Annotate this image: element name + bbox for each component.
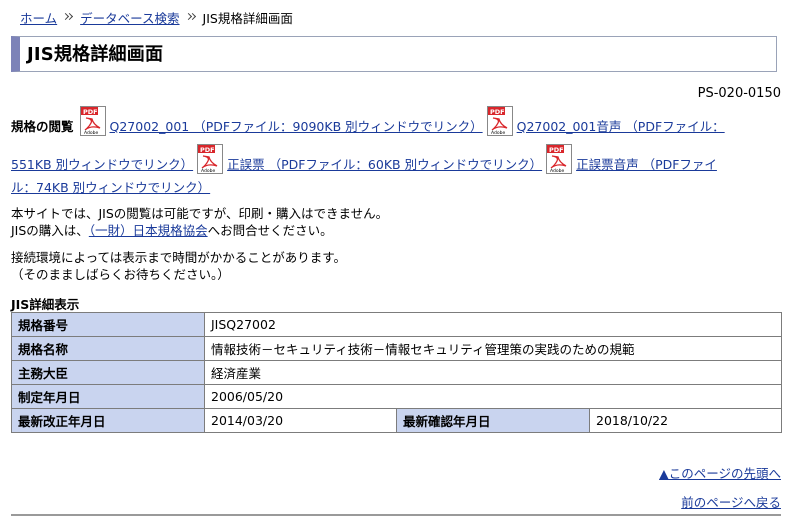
pdf-file-icon: PDF Adobe bbox=[546, 144, 573, 174]
pdf-link-q27002-audio-cont[interactable]: 551KB 別ウィンドウでリンク） bbox=[11, 154, 193, 173]
notice-loading: 接続環境によっては表示まで時間がかかることがあります。 bbox=[11, 250, 347, 265]
double-chevron-right-icon bbox=[187, 13, 195, 21]
row-value: 2014/03/20 bbox=[204, 408, 397, 433]
row-value: 2018/10/22 bbox=[588, 408, 783, 433]
notice-block-1: 本サイトでは、JISの閲覧は可能ですが、印刷・購入はできません。 JISの購入は… bbox=[11, 205, 791, 239]
notice-purchase-text-end: へお問合せください。 bbox=[207, 223, 333, 238]
svg-text:Adobe: Adobe bbox=[201, 168, 215, 174]
table-row: 規格番号 JISQ27002 bbox=[11, 312, 783, 337]
jsa-link[interactable]: （一財）日本規格協会 bbox=[89, 223, 208, 238]
svg-text:PDF: PDF bbox=[549, 146, 564, 154]
document-code: PS-020-0150 bbox=[697, 86, 781, 101]
pdf-link-q27002[interactable]: Q27002_001 （PDFファイル：9090KB 別ウィンドウでリンク） bbox=[110, 116, 483, 135]
notice-no-print: 本サイトでは、JISの閲覧は可能ですが、印刷・購入はできません。 bbox=[11, 206, 389, 221]
row-value: 情報技術－セキュリティ技術－情報セキュリティ管理策の実践のための規範 bbox=[203, 336, 783, 361]
table-row: 主務大臣 経済産業 bbox=[11, 360, 783, 385]
svg-text:Adobe: Adobe bbox=[84, 130, 98, 136]
breadcrumb-database-search-link[interactable]: データベース検索 bbox=[80, 8, 179, 27]
table-row: 制定年月日 2006/05/20 bbox=[11, 384, 783, 409]
detail-section-title: JIS詳細表示 bbox=[11, 297, 80, 312]
pdf-link-errata-audio-cont[interactable]: ル：74KB 別ウィンドウでリンク） bbox=[11, 177, 210, 196]
row-label: 規格名称 bbox=[11, 336, 205, 361]
page-top-link[interactable]: ▲このページの先頭へ bbox=[659, 463, 781, 482]
pdf-link-errata[interactable]: 正誤票 （PDFファイル：60KB 別ウィンドウでリンク） bbox=[227, 154, 542, 173]
row-label: 最新改正年月日 bbox=[11, 408, 205, 433]
pdf-file-icon: PDF Adobe bbox=[79, 106, 106, 136]
viewing-label: 規格の閲覧 bbox=[11, 119, 74, 134]
svg-text:Adobe: Adobe bbox=[550, 168, 564, 174]
row-label: 規格番号 bbox=[11, 312, 205, 337]
notice-purchase: JISの購入は、（一財）日本規格協会へお問合せください。 bbox=[11, 222, 791, 239]
table-row: 規格名称 情報技術－セキュリティ技術－情報セキュリティ管理策の実践のための規範 bbox=[11, 336, 783, 361]
breadcrumb-current: JIS規格詳細画面 bbox=[202, 10, 293, 26]
svg-text:Adobe: Adobe bbox=[491, 130, 505, 136]
breadcrumb: ホーム データベース検索 JIS規格詳細画面 bbox=[20, 8, 293, 26]
svg-text:PDF: PDF bbox=[490, 108, 505, 116]
row-label: 主務大臣 bbox=[11, 360, 205, 385]
breadcrumb-home-link[interactable]: ホーム bbox=[20, 8, 57, 27]
page-title: JIS規格詳細画面 bbox=[27, 44, 164, 65]
svg-text:PDF: PDF bbox=[83, 108, 98, 116]
back-link[interactable]: 前のページへ戻る bbox=[681, 492, 781, 511]
row-label: 制定年月日 bbox=[11, 384, 205, 409]
svg-text:PDF: PDF bbox=[200, 146, 215, 154]
row-value: 経済産業 bbox=[203, 360, 783, 385]
row-label: 最新確認年月日 bbox=[396, 408, 590, 433]
row-value: 2006/05/20 bbox=[203, 384, 783, 409]
pdf-file-icon: PDF Adobe bbox=[197, 144, 224, 174]
footer-divider bbox=[11, 514, 781, 516]
page-title-box: JIS規格詳細画面 bbox=[11, 36, 777, 72]
detail-table: 規格番号 JISQ27002 規格名称 情報技術－セキュリティ技術－情報セキュリ… bbox=[11, 312, 783, 433]
notice-block-2: 接続環境によっては表示まで時間がかかることがあります。 （そのまましばらくお待ち… bbox=[11, 249, 791, 283]
notice-wait: （そのまましばらくお待ちください。） bbox=[11, 267, 230, 282]
double-chevron-right-icon bbox=[64, 13, 72, 21]
pdf-link-errata-audio[interactable]: 正誤票音声 （PDFファイ bbox=[576, 154, 717, 173]
pdf-file-icon: PDF Adobe bbox=[486, 106, 513, 136]
notice-purchase-text: JISの購入は、 bbox=[11, 223, 89, 238]
table-row: 最新改正年月日 2014/03/20 最新確認年月日 2018/10/22 bbox=[11, 408, 783, 433]
row-value: JISQ27002 bbox=[203, 312, 783, 337]
pdf-link-q27002-audio[interactable]: Q27002_001音声 （PDFファイル： bbox=[517, 116, 725, 135]
